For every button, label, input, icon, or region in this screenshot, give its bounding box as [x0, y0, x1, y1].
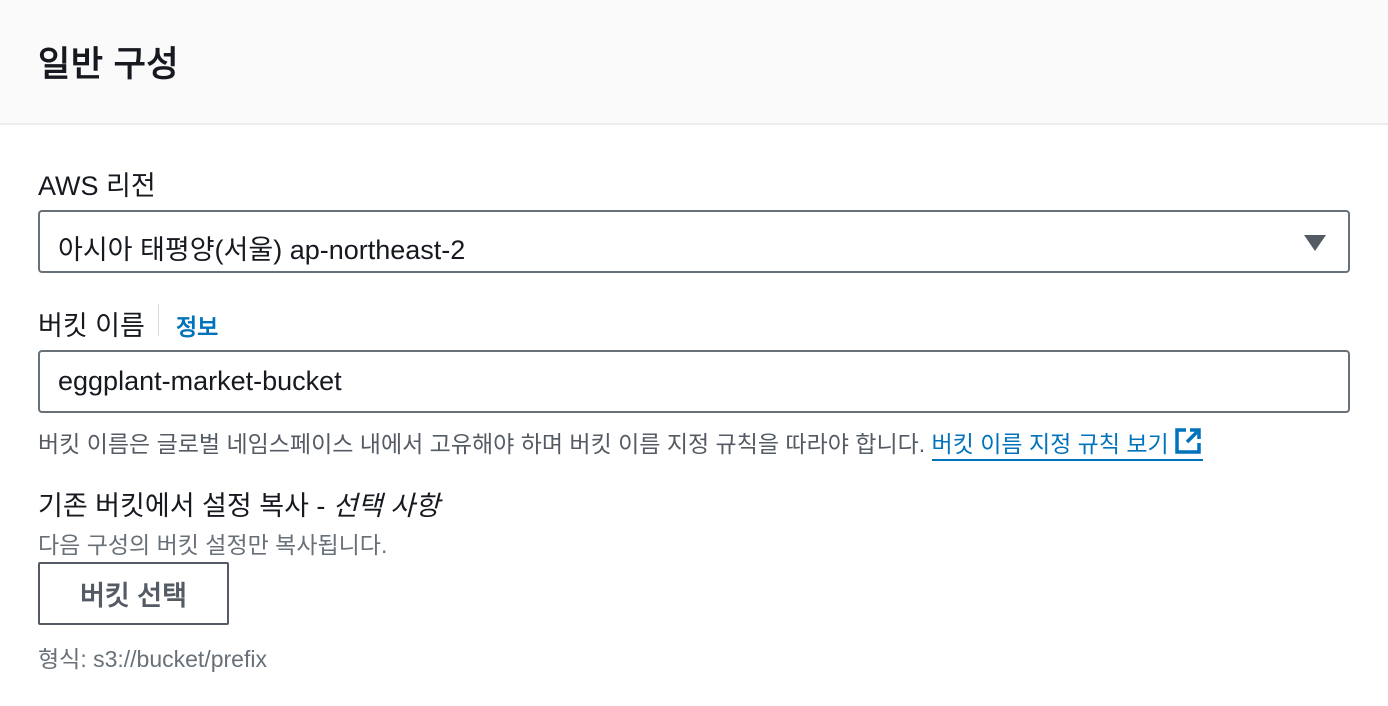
- region-label: AWS 리전: [38, 171, 156, 201]
- bucket-name-label: 버킷 이름: [38, 311, 145, 341]
- region-select-value: 아시아 태평양(서울) ap-northeast-2: [58, 235, 466, 265]
- caret-down-icon: [1304, 235, 1326, 251]
- constraint-text: 버킷 이름은 글로벌 네임스페이스 내에서 고유해야 하며 버킷 이름 지정 규…: [38, 431, 926, 457]
- panel-header: 일반 구성: [0, 0, 1388, 125]
- label-divider: [158, 304, 159, 336]
- copy-settings-label: 기존 버킷에서 설정 복사 - 선택 사항: [38, 484, 440, 523]
- optional-tag: 선택 사항: [332, 491, 440, 521]
- choose-bucket-button[interactable]: 버킷 선택: [38, 562, 229, 625]
- bucket-name-input[interactable]: [38, 350, 1350, 413]
- format-hint: 형식: s3://bucket/prefix: [38, 646, 267, 672]
- copy-settings-description: 다음 구성의 버킷 설정만 복사됩니다.: [38, 532, 388, 558]
- bucket-name-constraint: 버킷 이름은 글로벌 네임스페이스 내에서 고유해야 하며 버킷 이름 지정 규…: [38, 425, 1203, 462]
- panel-title: 일반 구성: [38, 45, 180, 84]
- copy-settings-label-text: 기존 버킷에서 설정 복사 -: [38, 491, 326, 521]
- naming-rules-link[interactable]: 버킷 이름 지정 규칙 보기: [931, 428, 1203, 461]
- region-select[interactable]: 아시아 태평양(서울) ap-northeast-2: [38, 210, 1350, 273]
- info-link[interactable]: 정보: [176, 308, 218, 342]
- external-link-icon: [1173, 426, 1203, 462]
- naming-rules-link-label: 버킷 이름 지정 규칙 보기: [931, 431, 1169, 457]
